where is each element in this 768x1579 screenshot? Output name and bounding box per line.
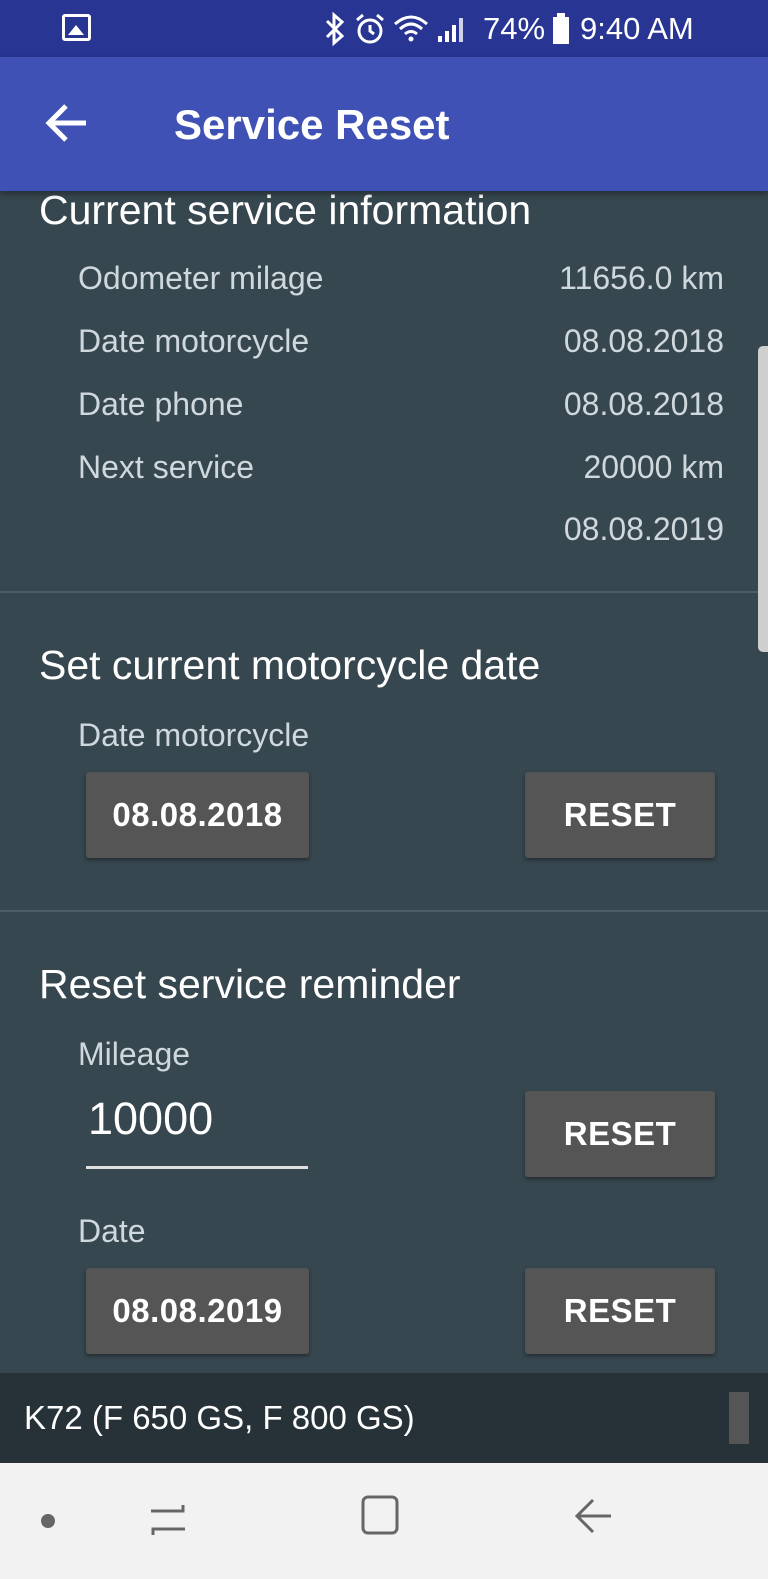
arrow-back-icon [45, 104, 86, 142]
date-phone-value: 08.08.2018 [563, 386, 724, 422]
reset-reminder-date-button[interactable]: RESET [525, 1268, 715, 1354]
mileage-label: Mileage [78, 1036, 191, 1072]
back-button[interactable] [40, 95, 96, 151]
scrollbar-thumb[interactable] [758, 346, 768, 652]
vehicle-footer: K72 (F 650 GS, F 800 GS) [0, 1373, 768, 1463]
clock: 9:40 AM [580, 11, 694, 46]
set-date-title: Set current motorcycle date [39, 642, 541, 688]
back-nav-icon[interactable] [571, 1493, 617, 1539]
bluetooth-icon [325, 12, 345, 46]
vehicle-model-label: K72 (F 650 GS, F 800 GS) [24, 1399, 415, 1436]
wifi-icon [394, 15, 428, 42]
image-notification-icon [62, 14, 91, 41]
odometer-label: Odometer milage [78, 260, 324, 296]
date-phone-label: Date phone [78, 386, 244, 422]
odometer-value: 11656.0 km [559, 260, 724, 296]
next-service-date-value: 08.08.2019 [563, 511, 724, 547]
next-service-label: Next service [78, 449, 255, 485]
section-divider [0, 910, 768, 912]
battery-percentage: 74% [483, 11, 546, 46]
next-service-km-value: 20000 km [583, 449, 724, 485]
reminder-date-label: Date [78, 1213, 146, 1249]
recent-apps-icon[interactable] [147, 1497, 189, 1543]
section-divider [0, 591, 768, 593]
set-date-label: Date motorcycle [78, 717, 310, 753]
reminder-date-picker-button[interactable]: 08.08.2019 [86, 1268, 309, 1354]
nav-dot-icon[interactable] [41, 1514, 55, 1528]
status-icons [322, 10, 466, 48]
signal-icon [438, 18, 463, 42]
date-motorcycle-label: Date motorcycle [78, 323, 310, 359]
mileage-input[interactable]: 10000 [86, 1089, 308, 1169]
service-content[interactable]: Current service information Odometer mil… [0, 191, 768, 1373]
navigation-bar [0, 1463, 768, 1579]
reminder-title: Reset service reminder [39, 961, 461, 1007]
connection-indicator [729, 1392, 749, 1444]
home-icon[interactable] [360, 1493, 402, 1539]
battery-icon [553, 13, 569, 44]
current-info-title: Current service information [39, 191, 532, 233]
app-bar: Service Reset [0, 57, 768, 191]
page-title: Service Reset [174, 101, 450, 148]
alarm-icon [356, 13, 384, 44]
status-bar: 74% 9:40 AM [0, 0, 768, 57]
reset-mileage-button[interactable]: RESET [525, 1091, 715, 1177]
reset-date-button[interactable]: RESET [525, 772, 715, 858]
motorcycle-date-picker-button[interactable]: 08.08.2018 [86, 772, 309, 858]
date-motorcycle-value: 08.08.2018 [563, 323, 724, 359]
